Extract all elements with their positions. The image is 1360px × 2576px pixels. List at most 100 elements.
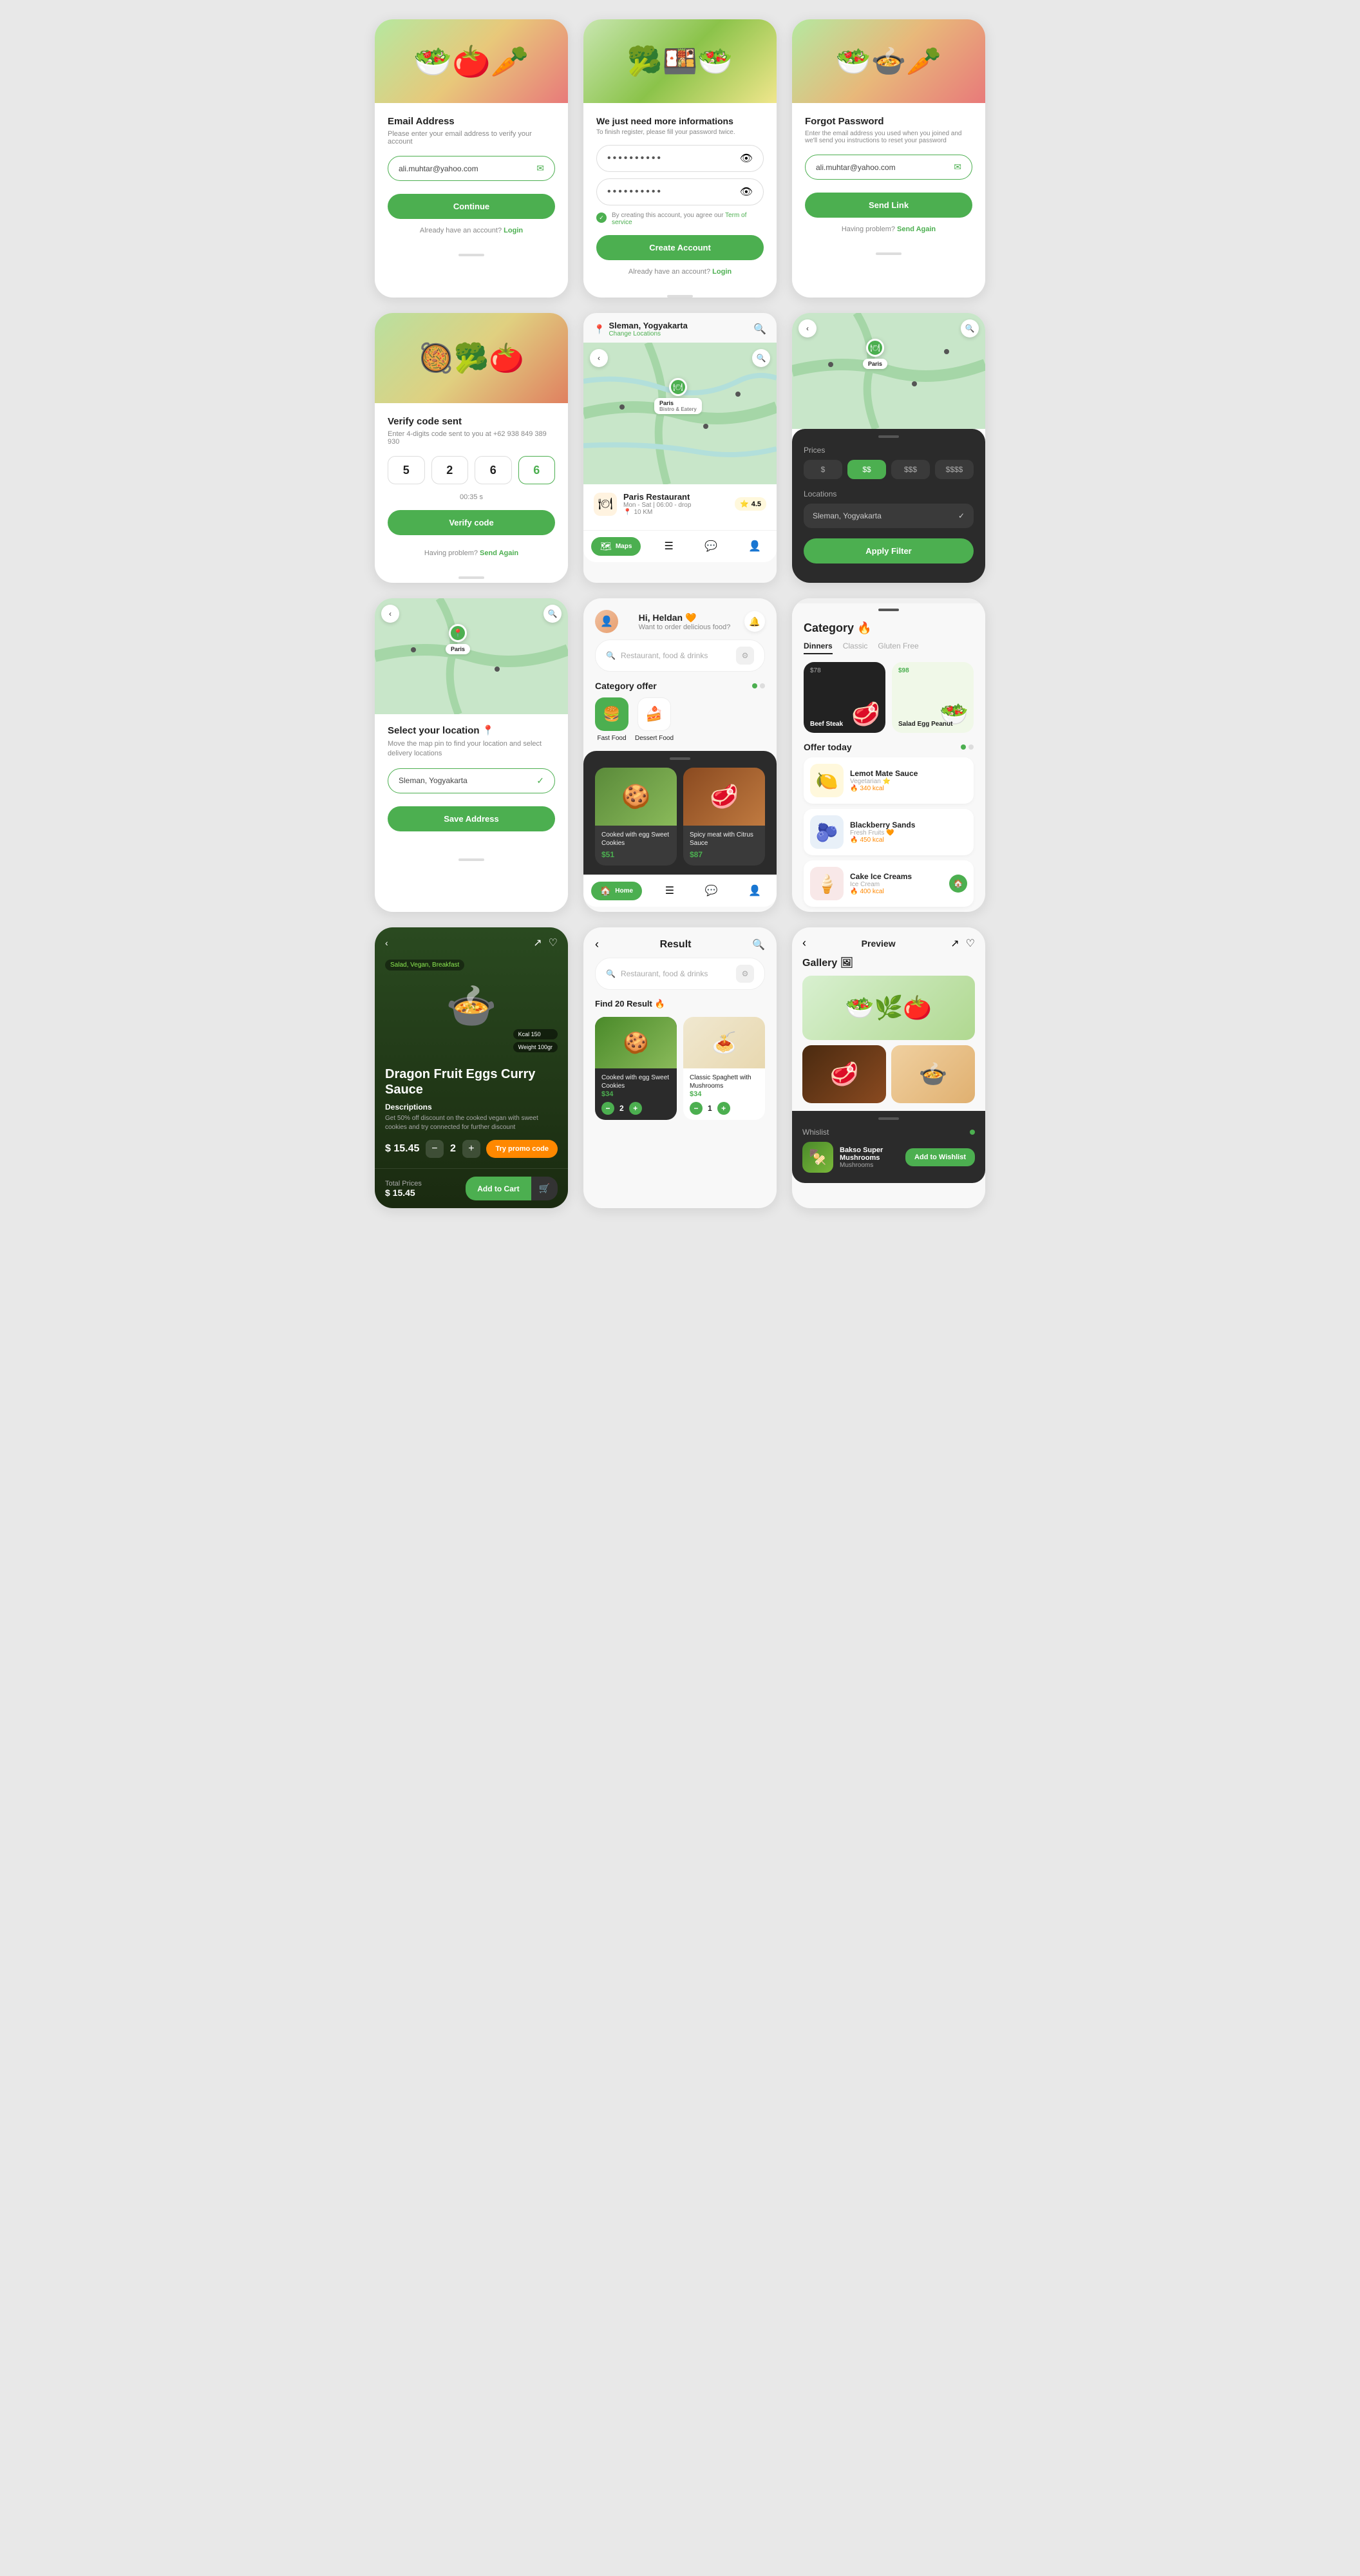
nav-profile[interactable]: 👤 [741, 537, 769, 556]
qty-plus-btn[interactable]: + [717, 1102, 730, 1115]
map-back-button[interactable]: ‹ [798, 319, 817, 337]
food-price: $ 15.45 [385, 1143, 419, 1155]
nav-home[interactable]: 🏠 Home [591, 882, 642, 900]
back-button[interactable]: ‹ [802, 936, 806, 950]
dragon-content: Dragon Fruit Eggs Curry Sauce Descriptio… [375, 1057, 568, 1168]
drag-handle [878, 435, 899, 438]
nav-menu[interactable]: ☰ [657, 537, 681, 556]
category-fast-food[interactable]: 🍔 Fast Food [595, 697, 628, 742]
nav-chat[interactable]: 💬 [697, 882, 726, 900]
map-search-button[interactable]: 🔍 [543, 605, 562, 623]
nav-maps[interactable]: 🗺 Maps [591, 537, 641, 556]
otp-digit-2[interactable]: 2 [431, 456, 469, 484]
notification-button[interactable]: 🔔 [744, 611, 765, 632]
result-food-1[interactable]: 🍪 Cooked with egg Sweet Cookies $34 − 2 … [595, 1017, 677, 1120]
password-input[interactable]: •••••••••• 👁 [596, 145, 764, 172]
filter-button[interactable]: ⚙ [736, 647, 754, 665]
gallery-img-3[interactable]: 🍲 [891, 1045, 975, 1103]
price-btn-3[interactable]: $$$ [891, 460, 930, 479]
filter-button[interactable]: ⚙ [736, 965, 754, 983]
share-button[interactable]: ↗ [950, 937, 959, 950]
category-header: Category offer [583, 681, 777, 697]
qty-minus-btn[interactable]: − [601, 1102, 614, 1115]
result-food-2[interactable]: 🍝 Classic Spaghett with Mushrooms $34 − … [683, 1017, 765, 1120]
gallery-img-1[interactable]: 🥗🌿🍅 [802, 976, 975, 1040]
back-button[interactable]: ‹ [385, 938, 388, 948]
location-input[interactable]: Sleman, Yogyakarta ✓ [804, 504, 974, 528]
food-card-2-img: 🥩 [683, 768, 765, 826]
food-card-1-img: 🍪 [595, 768, 677, 826]
verify-button[interactable]: Verify code [388, 510, 555, 535]
category-dessert[interactable]: 🍰 Dessert Food [635, 697, 674, 742]
offer-title: Offer today [804, 742, 852, 752]
save-address-button[interactable]: Save Address [388, 806, 555, 831]
send-again-link[interactable]: Send Again [897, 225, 936, 233]
terms-text: By creating this account, you agree our … [612, 212, 764, 226]
login-link[interactable]: Login [712, 268, 732, 276]
price-btn-4[interactable]: $$$$ [935, 460, 974, 479]
promo-code-button[interactable]: Try promo code [486, 1140, 558, 1158]
heart-button[interactable]: ♡ [966, 937, 975, 950]
map-back-button[interactable]: ‹ [381, 605, 399, 623]
search-button[interactable]: 🔍 [752, 938, 765, 951]
nav-menu[interactable]: ☰ [657, 882, 682, 900]
heart-button[interactable]: ♡ [549, 936, 558, 949]
add-to-wishlist-button[interactable]: Add to Wishlist [905, 1148, 975, 1166]
send-link-button[interactable]: Send Link [805, 193, 972, 218]
featured-salad[interactable]: 🥗 Salad Egg Peanut $98 [892, 662, 974, 733]
tab-classic[interactable]: Classic [843, 641, 868, 654]
offer-item-3[interactable]: 🍦 Cake Ice Creams Ice Cream 🔥 400 kcal 🏠 [804, 860, 974, 907]
search-bar[interactable]: 🔍 Restaurant, food & drinks ⚙ [595, 958, 765, 990]
gallery-img-2[interactable]: 🥩 [802, 1045, 886, 1103]
otp-digit-1[interactable]: 5 [388, 456, 425, 484]
location-input[interactable]: Sleman, Yogyakarta ✓ [388, 768, 555, 793]
map-back-button[interactable]: ‹ [590, 349, 608, 367]
search-icon-map[interactable]: 🔍 [753, 323, 766, 336]
wishlist-food-img: 🍢 [802, 1142, 833, 1173]
create-account-button[interactable]: Create Account [596, 235, 764, 260]
food-1-controls: − 2 + [601, 1102, 670, 1115]
qty-minus-btn[interactable]: − [690, 1102, 703, 1115]
tab-gluten-free[interactable]: Gluten Free [878, 641, 918, 654]
offer-item-1[interactable]: 🍋 Lemot Mate Sauce Vegetarian ⭐ 🔥 340 kc… [804, 757, 974, 804]
food-1-img: 🍪 [595, 1017, 677, 1068]
add-to-cart-button[interactable]: Add to Cart [466, 1177, 531, 1200]
nav-profile[interactable]: 👤 [741, 882, 769, 900]
category-row: 🍔 Fast Food 🍰 Dessert Food [583, 697, 777, 742]
food-card-1[interactable]: 🍪 Cooked with egg Sweet Cookies $51 [595, 768, 677, 866]
home-map-screen: 📍 Sleman, Yogyakarta Change Locations 🔍 … [583, 313, 777, 583]
qty-plus-btn[interactable]: + [629, 1102, 642, 1115]
offer-3-add-btn[interactable]: 🏠 [949, 875, 967, 893]
qty-minus-btn[interactable]: − [426, 1140, 444, 1158]
change-location-link[interactable]: Change Locations [609, 330, 687, 337]
map-search-button[interactable]: 🔍 [961, 319, 979, 337]
cart-icon-button[interactable]: 🛒 [531, 1177, 558, 1200]
confirm-password-input[interactable]: •••••••••• 👁 [596, 178, 764, 205]
share-button[interactable]: ↗ [533, 936, 542, 949]
login-link[interactable]: Login [504, 227, 523, 234]
qty-plus-btn[interactable]: + [462, 1140, 480, 1158]
otp-digit-3[interactable]: 6 [475, 456, 512, 484]
apply-filter-button[interactable]: Apply Filter [804, 538, 974, 564]
send-again-link[interactable]: Send Again [480, 549, 518, 557]
otp-digit-4[interactable]: 6 [518, 456, 556, 484]
search-bar[interactable]: 🔍 Restaurant, food & drinks ⚙ [595, 639, 765, 672]
map-search-button[interactable]: 🔍 [752, 349, 770, 367]
home-label: Home [615, 887, 633, 895]
email-value: ali.muhtar@yahoo.com [816, 163, 896, 172]
featured-beef-steak[interactable]: $78 🥩 Beef Steak [804, 662, 885, 733]
fast-food-icon: 🍔 [603, 706, 620, 723]
price-btn-1[interactable]: $ [804, 460, 842, 479]
continue-button[interactable]: Continue [388, 194, 555, 219]
nav-chat[interactable]: 💬 [697, 537, 725, 556]
food-card-2[interactable]: 🥩 Spicy meat with Citrus Sauce $87 [683, 768, 765, 866]
offer-1-cal: 🔥 340 kcal [850, 785, 967, 792]
back-button[interactable]: ‹ [595, 938, 599, 951]
price-btn-2[interactable]: $$ [847, 460, 886, 479]
email-input[interactable]: ali.muhtar@yahoo.com ✉ [388, 156, 555, 181]
check-icon: ✓ [596, 213, 607, 223]
email-input[interactable]: ali.muhtar@yahoo.com ✉ [805, 155, 972, 180]
offer-item-2[interactable]: 🫐 Blackberry Sands Fresh Fruits 🧡 🔥 450 … [804, 809, 974, 855]
tab-dinners[interactable]: Dinners [804, 641, 833, 654]
create-account-screen: 🥦🍱🥗 We just need more informations To fi… [583, 19, 777, 298]
